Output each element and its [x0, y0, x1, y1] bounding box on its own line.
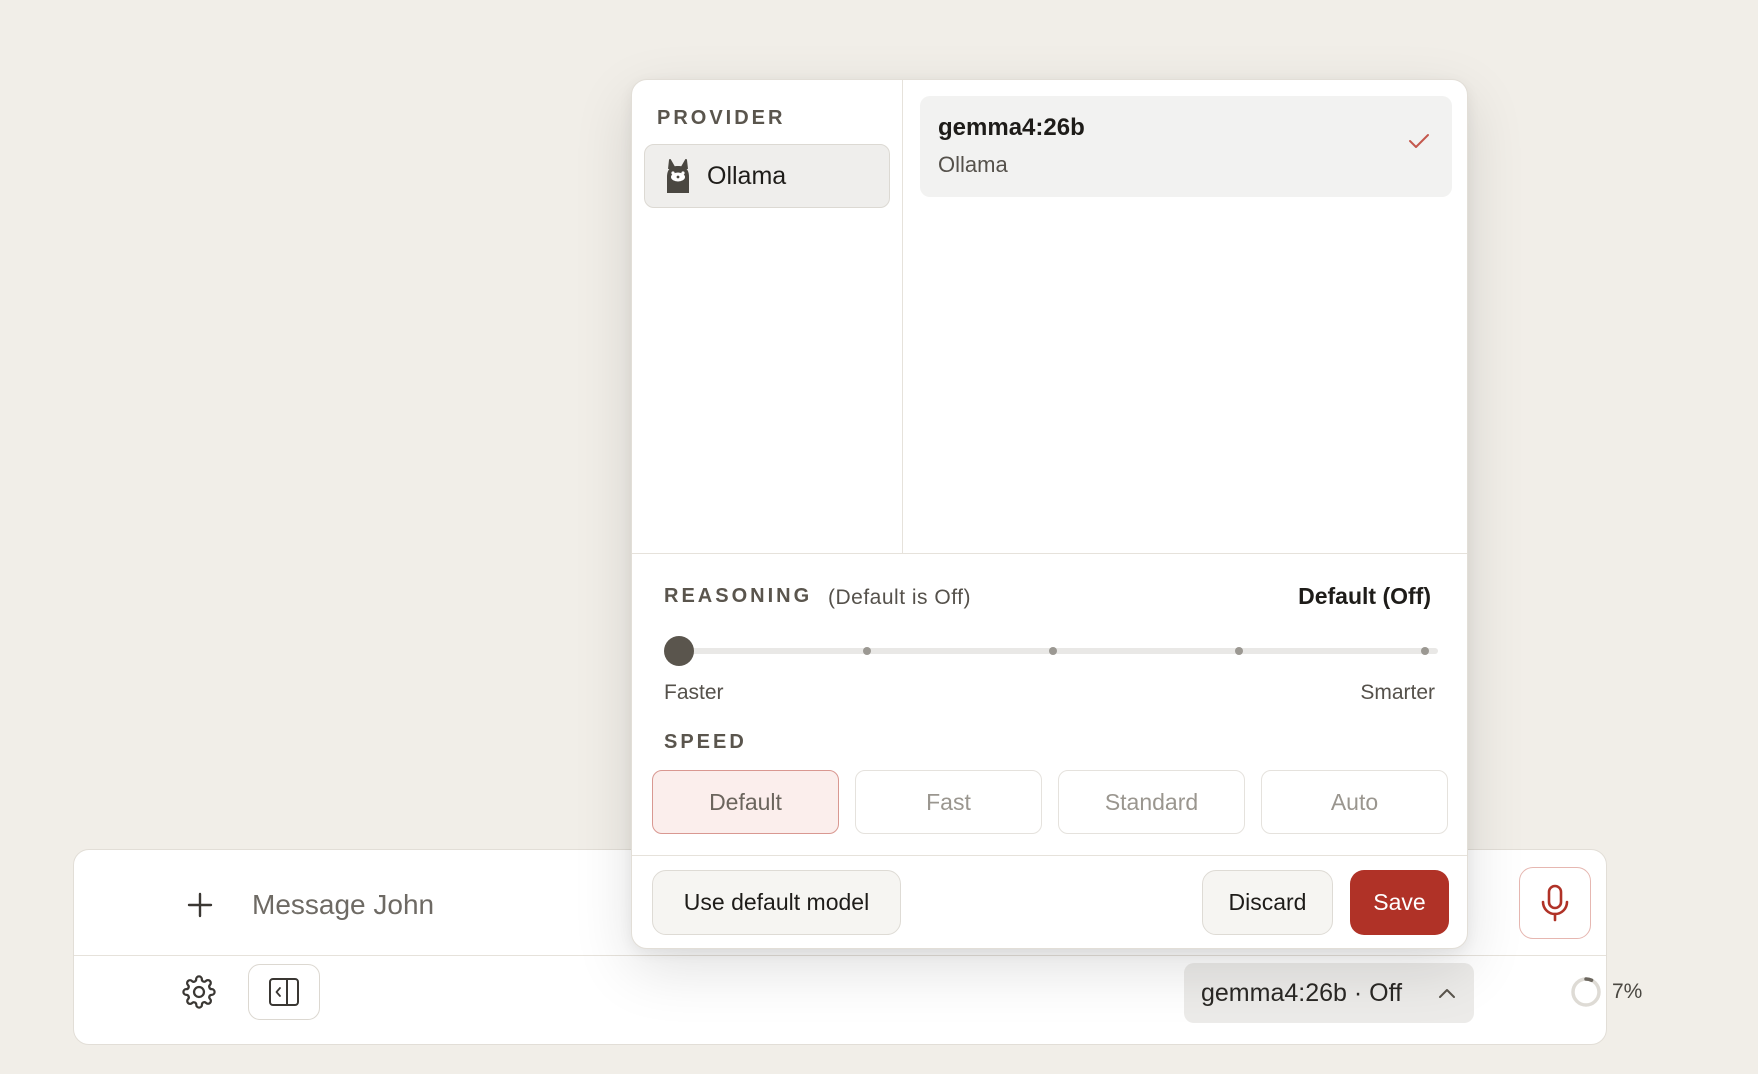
model-chip-label: gemma4:26b · Off [1201, 978, 1403, 1007]
speed-option-fast[interactable]: Fast [855, 770, 1042, 834]
add-attachment-button[interactable] [180, 885, 220, 925]
discard-button[interactable]: Discard [1202, 870, 1333, 935]
speed-heading: SPEED [664, 731, 747, 753]
speed-option-default[interactable]: Default [652, 770, 839, 834]
slider-step-dot [1235, 647, 1243, 655]
reasoning-hint: (Default is Off) [828, 586, 971, 609]
popover-footer: Use default model Discard Save [632, 855, 1467, 948]
use-default-model-button[interactable]: Use default model [652, 870, 901, 935]
slider-step-dot [1049, 647, 1057, 655]
provider-name: Ollama [707, 161, 787, 190]
usage-percent: 7% [1612, 980, 1643, 1003]
model-provider: Ollama [938, 152, 1008, 177]
settings-button[interactable] [177, 970, 221, 1014]
save-button[interactable]: Save [1350, 870, 1449, 935]
model-settings: REASONING (Default is Off) Default (Off)… [632, 553, 1467, 855]
speed-options: Default Fast Standard Auto [652, 770, 1448, 834]
slider-step-dot [863, 647, 871, 655]
sidebar-panel-icon [269, 978, 299, 1006]
context-usage: 7% [1570, 974, 1642, 1010]
model-selector-chip[interactable]: gemma4:26b · Off [1184, 963, 1474, 1023]
plus-icon [187, 892, 213, 918]
llama-icon [667, 159, 689, 193]
reasoning-slider[interactable] [664, 636, 1438, 666]
slider-max-label: Smarter [1360, 681, 1435, 704]
slider-min-label: Faster [664, 681, 724, 704]
microphone-icon [1541, 884, 1569, 922]
slider-thumb[interactable] [664, 636, 694, 666]
speed-option-auto[interactable]: Auto [1261, 770, 1448, 834]
slider-step-dot [1421, 647, 1429, 655]
speed-option-standard[interactable]: Standard [1058, 770, 1245, 834]
model-item-gemma4-26b[interactable]: gemma4:26b Ollama [920, 96, 1452, 197]
model-picker-popover: PROVIDER Ollama gemma4:26b Ollama REASON… [631, 79, 1468, 949]
gear-icon [182, 975, 216, 1009]
provider-heading: PROVIDER [657, 107, 786, 129]
toggle-sidebar-button[interactable] [248, 964, 320, 1020]
provider-item-ollama[interactable]: Ollama [644, 144, 890, 208]
microphone-button[interactable] [1519, 867, 1591, 939]
reasoning-heading: REASONING [664, 585, 813, 607]
usage-ring-icon [1571, 977, 1601, 1007]
checkmark-icon [1409, 134, 1429, 148]
provider-column: PROVIDER Ollama [632, 80, 903, 553]
model-name: gemma4:26b [938, 114, 1085, 141]
chevron-up-icon [1439, 989, 1455, 998]
model-column: gemma4:26b Ollama [904, 80, 1467, 553]
reasoning-value: Default (Off) [1298, 583, 1431, 609]
slider-track [676, 648, 1438, 654]
